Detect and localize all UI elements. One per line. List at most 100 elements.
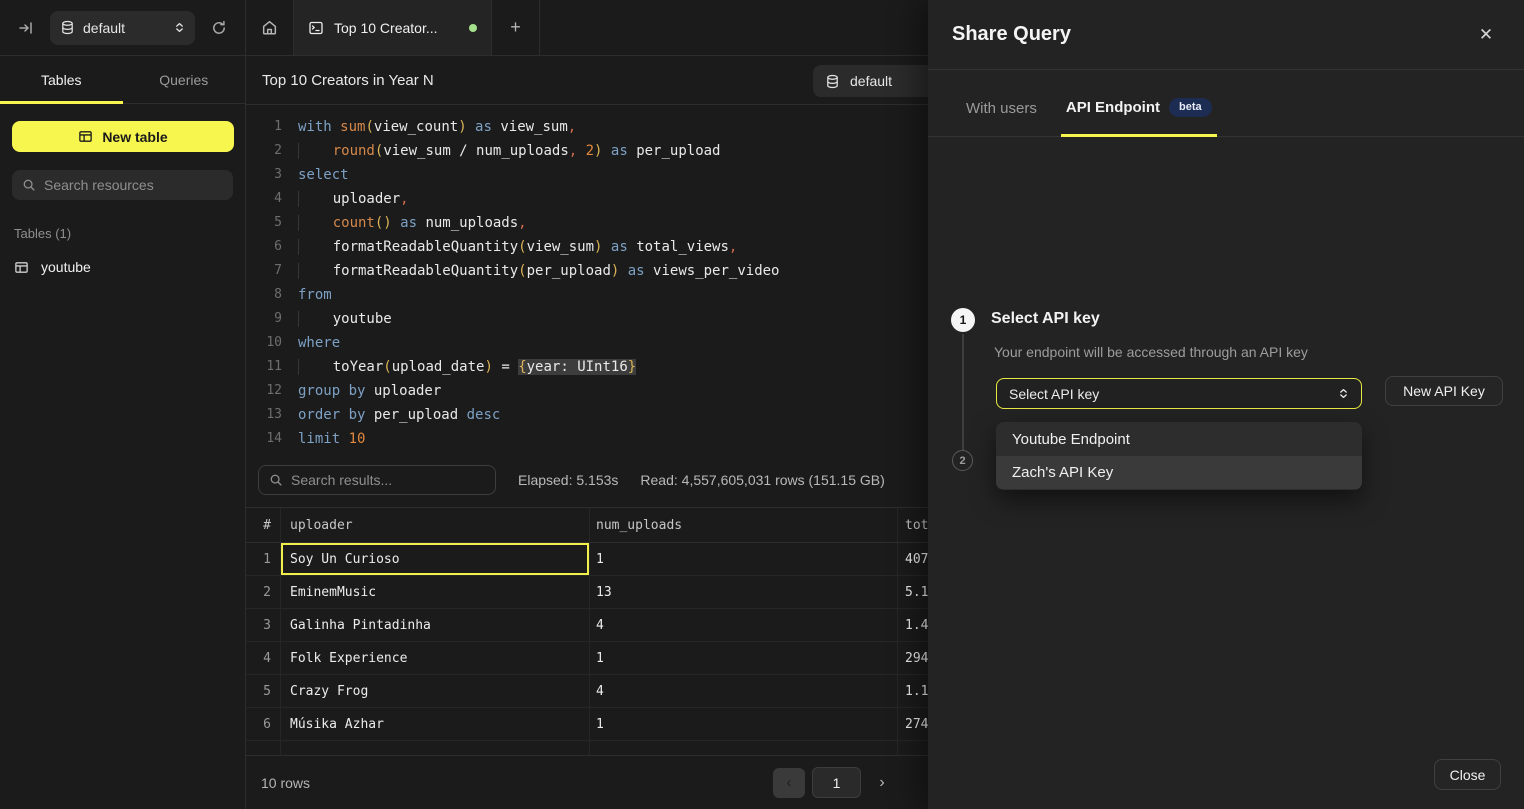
cell-uploader[interactable]: Soy Un Curioso — [281, 543, 590, 575]
cell-num-uploads[interactable]: 13 — [590, 576, 898, 608]
tab-api-endpoint[interactable]: API Endpoint beta — [1061, 98, 1217, 136]
cell-num-uploads[interactable]: 4 — [590, 675, 898, 707]
code-line[interactable]: 1with sum(view_count) as view_sum, — [246, 115, 928, 139]
cell-num-uploads[interactable]: 4 — [590, 609, 898, 641]
code-line[interactable]: 13order by per_upload desc — [246, 403, 928, 427]
line-number: 13 — [258, 403, 282, 427]
api-key-select[interactable]: Select API key — [996, 378, 1362, 409]
line-number: 12 — [258, 379, 282, 403]
row-index: 4 — [246, 642, 281, 674]
cell-uploader[interactable]: Crazy Frog — [281, 675, 590, 707]
header-total-views[interactable]: tot — [898, 508, 928, 542]
table-row: 3Galinha Pintadinha41.4 — [246, 609, 928, 642]
cell-total-views[interactable]: 274 — [898, 708, 928, 740]
tables-section-label: Tables (1) — [14, 226, 231, 241]
new-api-key-button[interactable]: New API Key — [1385, 376, 1503, 406]
api-key-option[interactable]: Youtube Endpoint — [996, 423, 1362, 456]
database-icon — [825, 74, 840, 89]
sidebar-tabs: Tables Queries — [0, 56, 245, 104]
topbar: default — [0, 0, 928, 56]
api-key-option[interactable]: Zach's API Key — [996, 456, 1362, 489]
sql-editor[interactable]: 1with sum(view_count) as view_sum,2 roun… — [246, 105, 928, 453]
prev-page-button[interactable]: ‹ — [773, 768, 805, 798]
results-table: # uploader num_uploads tot 1Soy Un Curio… — [246, 507, 928, 755]
cell-uploader[interactable]: EminemMusic — [281, 576, 590, 608]
refresh-button[interactable] — [205, 14, 233, 42]
sidebar-expand-icon — [18, 20, 34, 36]
code-line[interactable]: 9 youtube — [246, 307, 928, 331]
header-uploader[interactable]: uploader — [281, 508, 590, 542]
line-number: 9 — [258, 307, 282, 331]
cell-uploader[interactable]: Folk Experience — [281, 642, 590, 674]
results-search — [258, 465, 496, 495]
tab-tables[interactable]: Tables — [0, 56, 123, 103]
row-index: 5 — [246, 675, 281, 707]
code-line[interactable]: 6 formatReadableQuantity(view_sum) as to… — [246, 235, 928, 259]
tab-top-10-creators[interactable]: Top 10 Creator... — [294, 0, 492, 55]
home-button[interactable] — [246, 0, 294, 55]
row-count: 10 rows — [261, 775, 310, 791]
line-number: 3 — [258, 163, 282, 187]
cell-total-views[interactable]: 294 — [898, 642, 928, 674]
code-line[interactable]: 8from — [246, 283, 928, 307]
sidebar-table-item[interactable]: youtube — [0, 251, 245, 283]
share-panel-header: Share Query ✕ — [928, 0, 1524, 70]
tab-with-users-label: With users — [966, 100, 1037, 117]
close-button[interactable]: Close — [1434, 759, 1501, 790]
row-index: 1 — [246, 543, 281, 575]
pagination: ‹ 1 › — [773, 756, 896, 809]
header-index: # — [246, 508, 281, 542]
share-panel-body: 1 Select API key Your endpoint will be a… — [928, 137, 1524, 755]
cell-total-views[interactable]: 1.1 — [898, 675, 928, 707]
app-window: default — [0, 0, 1524, 809]
results-search-input[interactable] — [291, 472, 485, 488]
code-line[interactable]: 2 round(view_sum / num_uploads, 2) as pe… — [246, 139, 928, 163]
new-tab-button[interactable]: + — [492, 0, 540, 55]
cell-total-views[interactable]: 5.1 — [898, 576, 928, 608]
cell-total-views[interactable]: 407 — [898, 543, 928, 575]
line-number: 14 — [258, 427, 282, 451]
tables-list: youtube — [0, 251, 245, 283]
refresh-icon — [211, 20, 227, 36]
cell-total-views[interactable]: 1.4 — [898, 609, 928, 641]
code-line[interactable]: 4 uploader, — [246, 187, 928, 211]
tab-api-endpoint-label: API Endpoint — [1066, 99, 1160, 116]
console-icon — [308, 20, 324, 36]
api-key-select-value: Select API key — [1009, 386, 1338, 402]
close-icon[interactable]: ✕ — [1472, 21, 1500, 49]
database-selector[interactable]: default — [50, 11, 195, 45]
cell-uploader[interactable]: Galinha Pintadinha — [281, 609, 590, 641]
read-stat: Read: 4,557,605,031 rows (151.15 GB) — [640, 472, 884, 488]
new-table-button[interactable]: New table — [12, 121, 234, 152]
step-1-description: Your endpoint will be accessed through a… — [994, 344, 1308, 360]
step-1-indicator: 1 — [951, 308, 975, 332]
share-panel-title: Share Query — [952, 23, 1472, 46]
chevron-updown-icon — [1338, 388, 1349, 399]
next-page-button[interactable]: › — [868, 768, 896, 798]
cell-num-uploads[interactable]: 1 — [590, 708, 898, 740]
api-key-dropdown-menu: Youtube EndpointZach's API Key — [996, 422, 1362, 490]
cell-num-uploads[interactable]: 1 — [590, 543, 898, 575]
code-line[interactable]: 14limit 10 — [246, 427, 928, 451]
cell-num-uploads[interactable]: 1 — [590, 642, 898, 674]
header-num-uploads[interactable]: num_uploads — [590, 508, 898, 542]
table-icon — [14, 260, 29, 275]
resource-search-input[interactable] — [44, 177, 223, 193]
line-number: 4 — [258, 187, 282, 211]
query-database-selector[interactable]: default — [813, 65, 928, 97]
database-icon — [60, 20, 75, 35]
tab-queries[interactable]: Queries — [123, 56, 246, 103]
code-line[interactable]: 5 count() as num_uploads, — [246, 211, 928, 235]
code-line[interactable]: 11 toYear(upload_date) = {year: UInt16} — [246, 355, 928, 379]
code-line[interactable]: 12group by uploader — [246, 379, 928, 403]
sidebar-expand-button[interactable] — [12, 14, 40, 42]
tab-with-users[interactable]: With users — [961, 100, 1042, 136]
cell-uploader[interactable]: Músika Azhar — [281, 708, 590, 740]
line-number: 1 — [258, 115, 282, 139]
current-page-button[interactable]: 1 — [812, 767, 861, 798]
code-line[interactable]: 3select — [246, 163, 928, 187]
code-line[interactable]: 7 formatReadableQuantity(per_upload) as … — [246, 259, 928, 283]
tab-label: Top 10 Creator... — [334, 20, 459, 36]
line-number: 8 — [258, 283, 282, 307]
code-line[interactable]: 10where — [246, 331, 928, 355]
